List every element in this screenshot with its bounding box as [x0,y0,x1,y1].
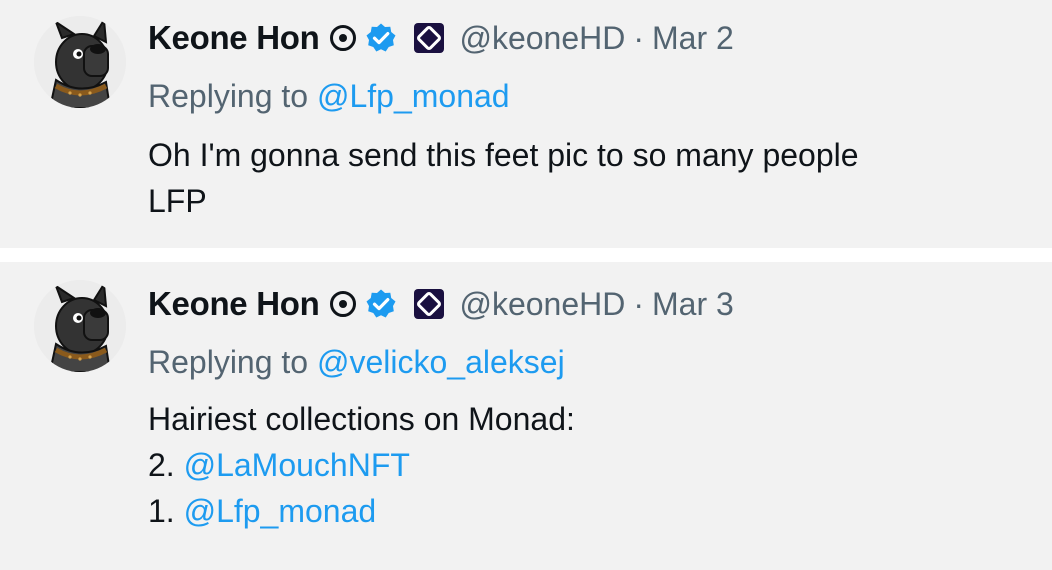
tweet-text: Hairiest collections on Monad: 2. @LaMou… [148,396,1032,534]
tweet-content: Keone Hon @keoneHD · Mar 2 Replying to @… [148,14,1032,224]
tweet-text-line: Hairiest collections on Monad: [148,401,575,437]
author-name[interactable]: Keone Hon [148,285,320,323]
replying-to: Replying to @Lfp_monad [148,78,1032,118]
separator-dot: · [633,285,645,322]
monad-affiliate-icon[interactable] [413,288,445,320]
replying-prefix: Replying to [148,78,309,114]
tweet-date[interactable]: Mar 3 [652,286,734,323]
verified-badge-icon[interactable] [365,288,397,320]
tweet-card[interactable]: Keone Hon @keoneHD · Mar 3 Replying to @… [0,262,1052,570]
tweet-text-line: Oh I'm gonna send this feet pic to so ma… [148,137,859,173]
author-name[interactable]: Keone Hon [148,19,320,57]
tweet-content: Keone Hon @keoneHD · Mar 3 Replying to @… [148,280,1032,534]
tweet-text-line: LFP [148,183,207,219]
replying-mention-link[interactable]: @velicko_aleksej [317,344,565,380]
replying-prefix: Replying to [148,344,309,380]
replying-to: Replying to @velicko_aleksej [148,344,1032,384]
target-icon [329,290,357,318]
avatar[interactable] [34,280,126,372]
dog-avatar-icon [34,16,126,108]
list-item: 1. @Lfp_monad [148,488,1032,534]
monad-affiliate-icon[interactable] [413,22,445,54]
author-handle[interactable]: @keoneHD [459,20,625,57]
tweet-card[interactable]: Keone Hon @keoneHD · Mar 2 Replying to @… [0,0,1052,248]
tweet-header: Keone Hon @keoneHD · Mar 3 [148,280,1032,328]
dog-avatar-icon [34,280,126,372]
list-number: 2. [148,447,175,483]
replying-mention-link[interactable]: @Lfp_monad [317,78,510,114]
tweet-date[interactable]: Mar 2 [652,20,734,57]
separator-dot: · [633,19,645,56]
avatar[interactable] [34,16,126,108]
tweet-header: Keone Hon @keoneHD · Mar 2 [148,14,1032,62]
list-item: 2. @LaMouchNFT [148,442,1032,488]
list-number: 1. [148,493,175,529]
author-handle[interactable]: @keoneHD [459,286,625,323]
verified-badge-icon[interactable] [365,22,397,54]
tweet-text: Oh I'm gonna send this feet pic to so ma… [148,132,1032,224]
mention-link[interactable]: @Lfp_monad [184,493,377,529]
mention-link[interactable]: @LaMouchNFT [184,447,410,483]
target-icon [329,24,357,52]
